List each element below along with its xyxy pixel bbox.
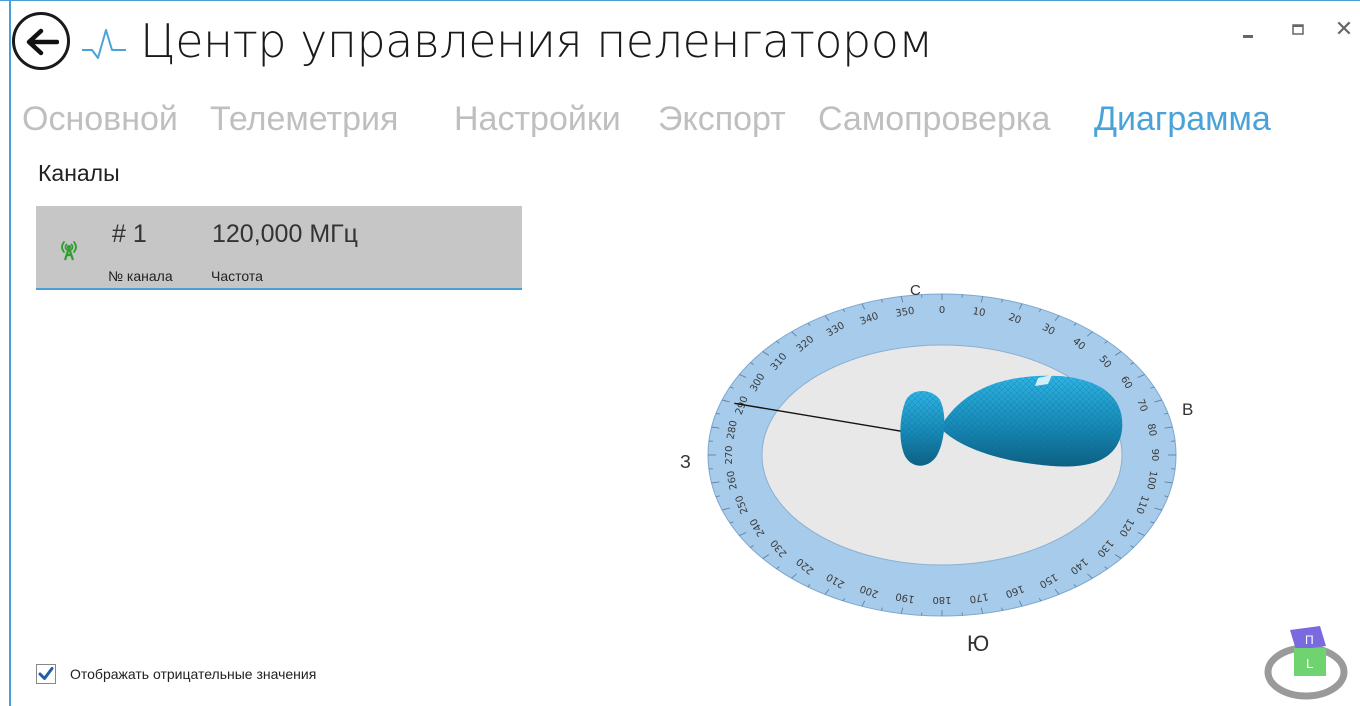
back-button[interactable] [12, 12, 70, 70]
tab-telemetry[interactable]: Телеметрия [210, 100, 398, 139]
direction-pattern-diagram[interactable]: 0 10 2030405060708090100110120130140150160… [660, 270, 1220, 670]
view-cube-front-letter: L [1306, 656, 1313, 671]
tab-selftest[interactable]: Самопроверка [818, 100, 1050, 139]
close-icon: ✕ [1334, 17, 1354, 42]
minimize-button[interactable] [1234, 16, 1262, 44]
view-cube[interactable]: П L [1262, 620, 1354, 700]
west-label: З [680, 452, 691, 472]
channel-frequency: 120,000 МГц [212, 220, 358, 248]
north-label: С [910, 282, 921, 299]
azimuth-degree-label: 0 [939, 305, 945, 316]
tab-export[interactable]: Экспорт [658, 100, 786, 139]
south-label: Ю [967, 631, 989, 656]
app-title: Центр управления пеленгатором [140, 14, 933, 68]
tab-settings[interactable]: Настройки [454, 100, 621, 139]
show-negative-label: Отображать отрицательные значения [70, 666, 317, 682]
arrow-left-icon [26, 28, 59, 56]
view-cube-top-letter: П [1305, 633, 1314, 647]
maximize-icon [1292, 24, 1304, 35]
channel-frequency-label: Частота [211, 268, 263, 284]
window-top-border [0, 0, 1360, 1]
channels-heading: Каналы [38, 160, 120, 186]
azimuth-degree-label: 10 [972, 306, 986, 319]
checkmark-icon [38, 667, 54, 680]
close-button[interactable]: ✕ [1330, 16, 1358, 44]
channel-number: # 1 [112, 220, 147, 248]
minimize-icon [1243, 35, 1253, 38]
channel-list-item[interactable]: # 1 120,000 МГц № канала Частота [36, 206, 522, 290]
tab-diagram[interactable]: Диаграмма [1094, 100, 1271, 139]
window-left-border [9, 0, 11, 706]
azimuth-degree-label: 80 [1145, 423, 1158, 437]
heartbeat-icon [82, 29, 126, 59]
antenna-signal-icon [61, 241, 77, 261]
channel-number-label: № канала [108, 268, 173, 284]
azimuth-degree-label: 180 [932, 594, 951, 605]
azimuth-degree-label: 90 [1149, 449, 1160, 462]
maximize-button[interactable] [1284, 16, 1312, 44]
tab-main[interactable]: Основной [22, 100, 178, 139]
azimuth-degree-label: 270 [724, 445, 735, 464]
show-negative-checkbox[interactable] [36, 664, 56, 684]
east-label: В [1182, 400, 1193, 419]
